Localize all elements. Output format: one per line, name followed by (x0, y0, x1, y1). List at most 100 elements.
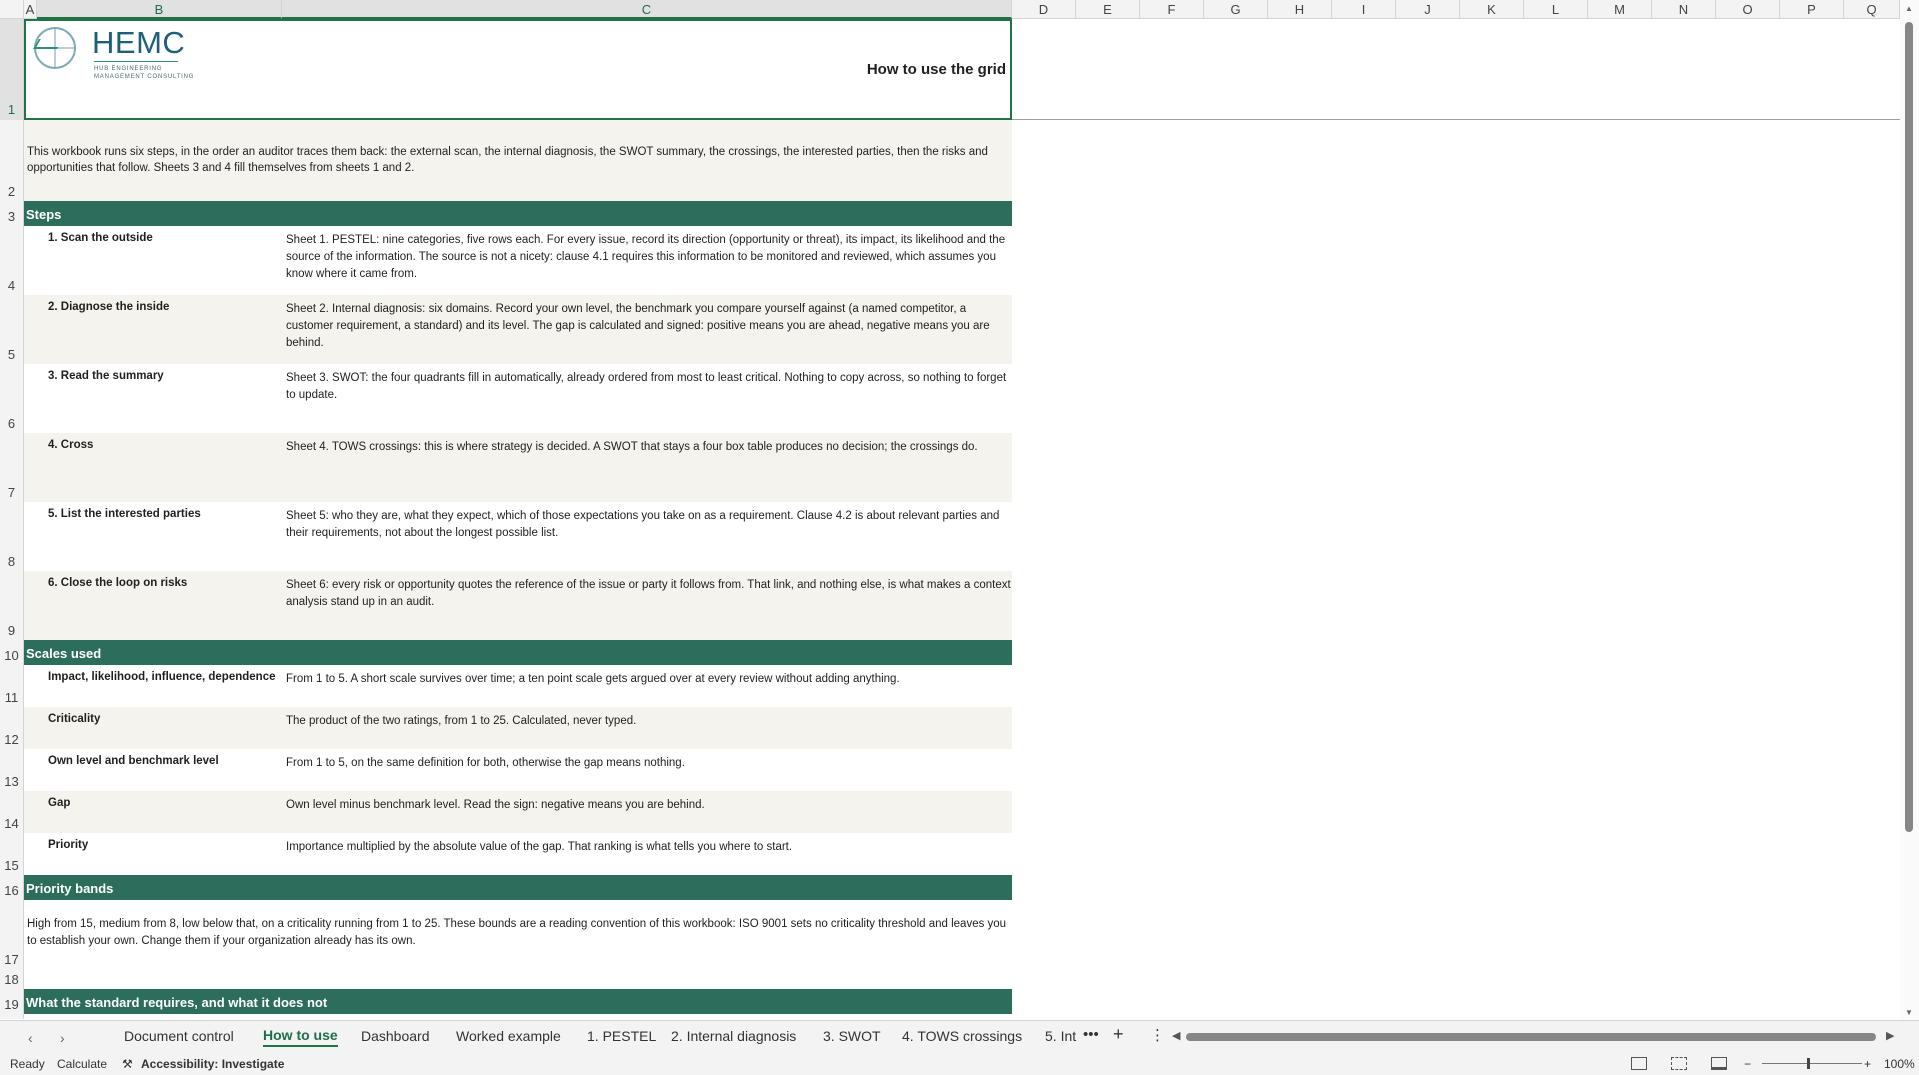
scale-description: Importance multiplied by the absolute va… (286, 841, 793, 853)
sheet-title: How to use the grid (866, 61, 1006, 78)
step-row[interactable]: 6. Close the loop on risks Sheet 6: ever… (24, 571, 1012, 640)
zoom-level[interactable]: 100% (1884, 1057, 1915, 1071)
horizontal-scroll-thumb[interactable] (1186, 1033, 1876, 1041)
hscroll-left-arrow-icon[interactable]: ◀ (1172, 1029, 1180, 1042)
row-header-6[interactable]: 6 (0, 364, 23, 433)
selected-header-cell[interactable]: HEMC HUB ENGINEERING MANAGEMENT CONSULTI… (24, 19, 1012, 120)
row-header-5[interactable]: 5 (0, 295, 23, 364)
row-header-3[interactable]: 3 (0, 201, 23, 226)
more-tabs-icon[interactable]: ••• (1083, 1026, 1099, 1043)
tab-pestel[interactable]: 1. PESTEL (587, 1028, 656, 1044)
column-header-i[interactable]: I (1332, 0, 1396, 19)
header-divider-line (1012, 119, 1900, 120)
zoom-slider[interactable] (1762, 1063, 1862, 1064)
column-header-k[interactable]: K (1460, 0, 1524, 19)
scale-description: The product of the two ratings, from 1 t… (286, 715, 637, 727)
tab-document-control[interactable]: Document control (124, 1028, 234, 1044)
page-layout-view-icon[interactable] (1671, 1057, 1687, 1070)
row-header-16[interactable]: 16 (0, 875, 23, 900)
column-header-l[interactable]: L (1524, 0, 1588, 19)
scale-row[interactable]: Priority Importance multiplied by the ab… (24, 833, 1012, 875)
section-header-steps[interactable]: Steps (24, 201, 1012, 226)
sheet-options-icon[interactable]: ⋮ (1150, 1026, 1165, 1044)
tab-dashboard[interactable]: Dashboard (361, 1028, 430, 1044)
column-header-d[interactable]: D (1012, 0, 1076, 19)
scroll-up-arrow-icon[interactable]: ▲ (1905, 4, 1913, 13)
column-header-h[interactable]: H (1268, 0, 1332, 19)
horizontal-scrollbar[interactable] (1186, 1032, 1886, 1042)
section-header-standard[interactable]: What the standard requires, and what it … (24, 989, 1012, 1014)
row-header-17[interactable]: 17 (0, 900, 23, 969)
column-header-b[interactable]: B (37, 0, 282, 19)
row-header-15[interactable]: 15 (0, 833, 23, 875)
zoom-in-icon[interactable]: + (1864, 1057, 1871, 1071)
accessibility-status-button[interactable]: Accessibility: Investigate (141, 1057, 284, 1071)
step-row[interactable]: 5. List the interested parties Sheet 5: … (24, 502, 1012, 571)
tab-worked-example[interactable]: Worked example (456, 1028, 561, 1044)
step-description: Sheet 5: who they are, what they expect,… (286, 510, 1000, 539)
row-header-12[interactable]: 12 (0, 707, 23, 749)
column-header-q[interactable]: Q (1844, 0, 1900, 19)
scale-row[interactable]: Own level and benchmark level From 1 to … (24, 749, 1012, 791)
scale-description: From 1 to 5, on the same definition for … (286, 757, 685, 769)
column-header-m[interactable]: M (1588, 0, 1652, 19)
section-header-scales[interactable]: Scales used (24, 640, 1012, 665)
column-header-n[interactable]: N (1652, 0, 1716, 19)
intro-text[interactable]: This workbook runs six steps, in the ord… (24, 120, 1012, 201)
column-header-f[interactable]: F (1140, 0, 1204, 19)
scale-label: Criticality (48, 713, 101, 725)
tab-tows-crossings[interactable]: 4. TOWS crossings (902, 1028, 1022, 1044)
row-header-9[interactable]: 9 (0, 571, 23, 640)
normal-view-icon[interactable] (1631, 1057, 1647, 1070)
select-all-corner[interactable] (0, 0, 24, 19)
tab-internal-diagnosis[interactable]: 2. Internal diagnosis (671, 1028, 796, 1044)
step-row[interactable]: 2. Diagnose the inside Sheet 2. Internal… (24, 295, 1012, 364)
row-header-18[interactable]: 18 (0, 969, 23, 989)
vertical-scroll-thumb[interactable] (1905, 22, 1913, 832)
column-header-g[interactable]: G (1204, 0, 1268, 19)
zoom-out-icon[interactable]: − (1744, 1057, 1751, 1071)
step-label: 3. Read the summary (48, 370, 164, 382)
column-header-j[interactable]: J (1396, 0, 1460, 19)
column-header-a[interactable]: A (24, 0, 37, 19)
tab-how-to-use[interactable]: How to use (263, 1027, 338, 1047)
step-row[interactable]: 4. Cross Sheet 4. TOWS crossings: this i… (24, 433, 1012, 502)
step-row[interactable]: 1. Scan the outside Sheet 1. PESTEL: nin… (24, 226, 1012, 295)
column-header-e[interactable]: E (1076, 0, 1140, 19)
tab-scroll-left-icon[interactable]: ‹ (28, 1030, 33, 1046)
step-label: 4. Cross (48, 439, 94, 451)
add-sheet-icon[interactable]: + (1113, 1024, 1124, 1045)
page-break-preview-icon[interactable] (1711, 1057, 1727, 1070)
sheet-grid[interactable]: HEMC HUB ENGINEERING MANAGEMENT CONSULTI… (24, 19, 1900, 1019)
zoom-slider-thumb[interactable] (1807, 1058, 1810, 1069)
tab-scroll-right-icon[interactable]: › (60, 1030, 65, 1046)
scroll-down-arrow-icon[interactable]: ▼ (1905, 1008, 1913, 1017)
row-header-13[interactable]: 13 (0, 749, 23, 791)
row-header-2[interactable]: 2 (0, 120, 23, 201)
calculate-button[interactable]: Calculate (57, 1057, 107, 1071)
column-header-c[interactable]: C (282, 0, 1012, 19)
priority-bands-text[interactable]: High from 15, medium from 8, low below t… (24, 900, 1012, 969)
scale-row[interactable]: Gap Own level minus benchmark level. Rea… (24, 791, 1012, 833)
row-header-7[interactable]: 7 (0, 433, 23, 502)
column-header-p[interactable]: P (1780, 0, 1844, 19)
tab-interested-parties[interactable]: 5. Int (1045, 1028, 1077, 1044)
hscroll-right-arrow-icon[interactable]: ▶ (1886, 1029, 1894, 1042)
logo-wordmark: HEMC (92, 25, 186, 60)
row-header-11[interactable]: 11 (0, 665, 23, 707)
scale-row[interactable]: Impact, likelihood, influence, dependenc… (24, 665, 1012, 707)
row-header-8[interactable]: 8 (0, 502, 23, 571)
row-header-19[interactable]: 19 (0, 989, 23, 1014)
row-header-bar: 1 2 3 4 5 6 7 8 9 10 11 12 13 14 15 16 1… (0, 19, 24, 1019)
vertical-scrollbar[interactable]: ▲ ▼ (1900, 0, 1919, 1020)
section-header-priority[interactable]: Priority bands (24, 875, 1012, 900)
scale-row[interactable]: Criticality The product of the two ratin… (24, 707, 1012, 749)
sheet-tab-bar: ‹ › Document control How to use Dashboar… (0, 1020, 1919, 1053)
step-row[interactable]: 3. Read the summary Sheet 3. SWOT: the f… (24, 364, 1012, 433)
row-header-14[interactable]: 14 (0, 791, 23, 833)
tab-swot[interactable]: 3. SWOT (823, 1028, 881, 1044)
row-header-4[interactable]: 4 (0, 226, 23, 295)
row-header-1[interactable]: 1 (0, 19, 23, 120)
row-header-10[interactable]: 10 (0, 640, 23, 665)
column-header-o[interactable]: O (1716, 0, 1780, 19)
